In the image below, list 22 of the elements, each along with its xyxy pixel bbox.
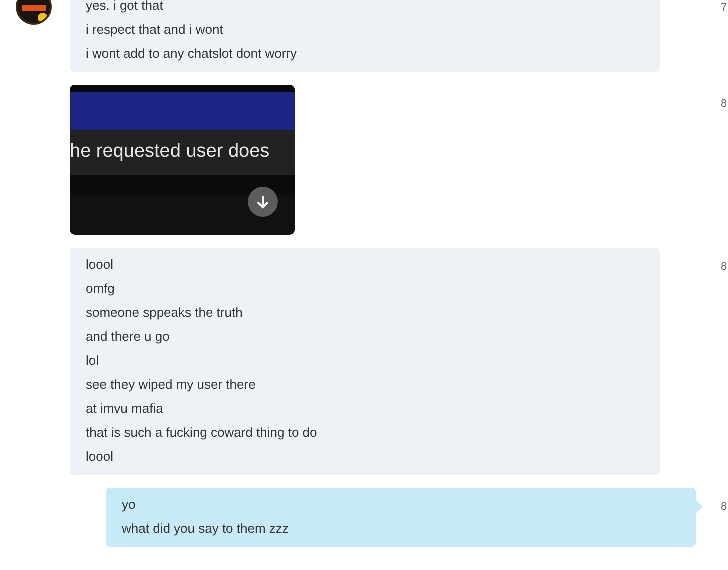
timestamp: 8 xyxy=(721,500,728,515)
message-text: i respect that and i wont xyxy=(86,21,224,39)
message-text: see they wiped my user there xyxy=(86,376,256,394)
download-icon xyxy=(257,196,269,208)
message-text: what did you say to them zzz xyxy=(122,520,289,538)
screenshot-text: he requested user does xyxy=(70,140,270,164)
message-text: omfg xyxy=(86,280,115,298)
message-text: lol xyxy=(86,352,100,370)
message-text: yes. i got that xyxy=(86,0,164,15)
message-text: i wont add to any chatslot dont worry xyxy=(86,45,298,63)
message-text: loool xyxy=(86,448,114,466)
timestamp: 8 xyxy=(721,260,728,275)
download-button[interactable] xyxy=(248,187,278,217)
timestamp: 7 xyxy=(721,1,728,16)
message-text: and there u go xyxy=(86,328,170,346)
image-attachment[interactable]: he requested user does xyxy=(70,85,295,235)
timestamp: 8 xyxy=(721,97,728,112)
message-text: loool xyxy=(86,256,114,274)
message-text: at imvu mafia xyxy=(86,400,164,418)
message-text: that is such a fucking coward thing to do xyxy=(86,424,318,442)
message-text: yo xyxy=(122,496,136,514)
message-text: someone sppeaks the truth xyxy=(86,304,243,322)
